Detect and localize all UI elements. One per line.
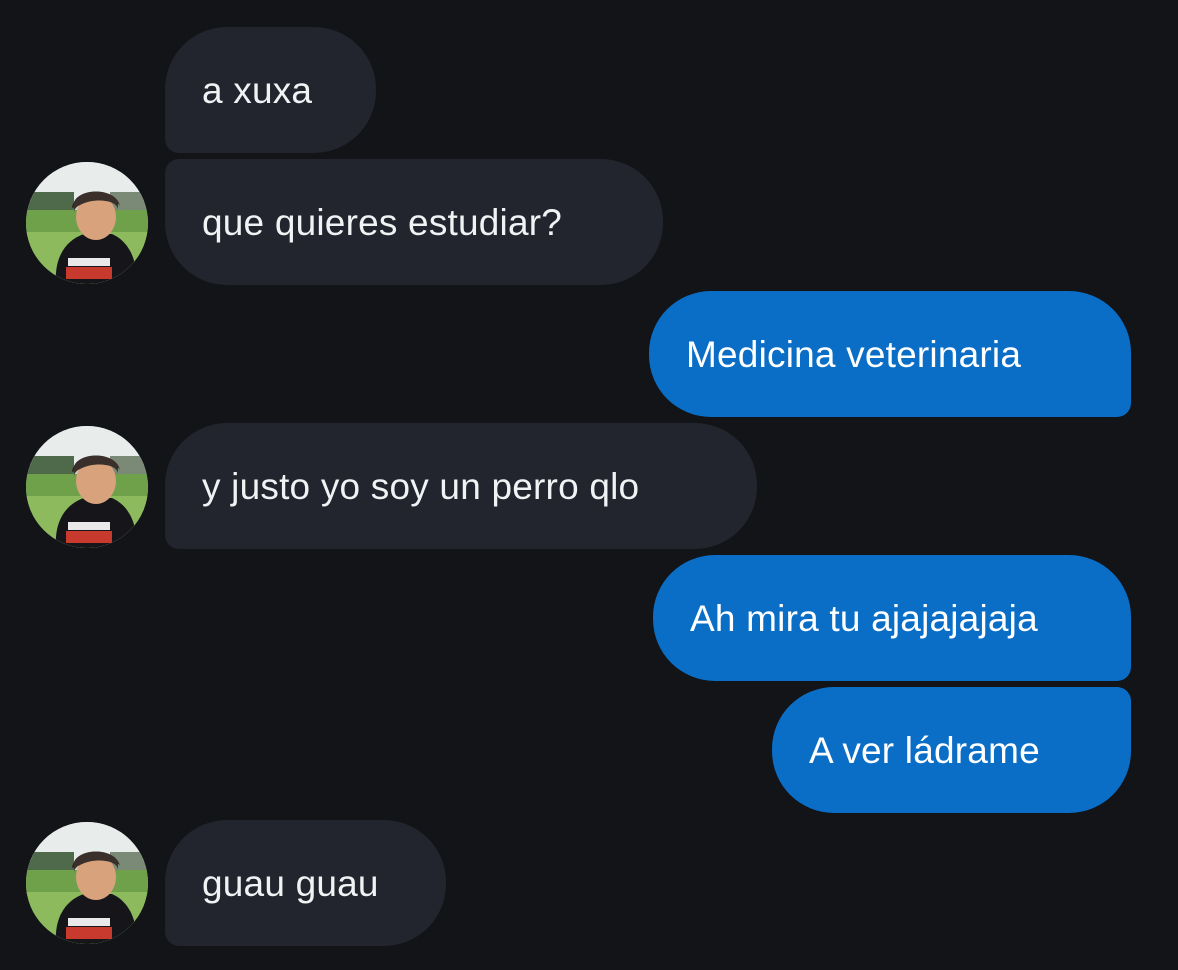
- message-text: Ah mira tu ajajajajaja: [690, 597, 1038, 639]
- message-text: y justo yo soy un perro qlo: [202, 465, 640, 507]
- message-thread: a xuxa que quieres estudiar? Medicina ve…: [0, 0, 1178, 970]
- incoming-message-bubble[interactable]: y justo yo soy un perro qlo: [165, 423, 757, 549]
- message-text: Medicina veterinaria: [686, 333, 1022, 375]
- message-text: guau guau: [202, 862, 379, 904]
- message-text: que quieres estudiar?: [202, 201, 563, 243]
- avatar-photo-icon: [26, 162, 148, 284]
- outgoing-message-bubble[interactable]: Ah mira tu ajajajajaja: [653, 555, 1131, 681]
- contact-avatar[interactable]: [26, 822, 148, 944]
- incoming-message-bubble[interactable]: guau guau: [165, 820, 446, 946]
- incoming-message-bubble[interactable]: que quieres estudiar?: [165, 159, 663, 285]
- avatar-photo-icon: [26, 822, 148, 944]
- incoming-message-bubble[interactable]: a xuxa: [165, 27, 376, 153]
- outgoing-message-bubble[interactable]: Medicina veterinaria: [649, 291, 1131, 417]
- contact-avatar[interactable]: [26, 162, 148, 284]
- contact-avatar[interactable]: [26, 426, 148, 548]
- message-text: A ver ládrame: [809, 729, 1040, 771]
- message-text: a xuxa: [202, 69, 313, 111]
- avatar-photo-icon: [26, 426, 148, 548]
- outgoing-message-bubble[interactable]: A ver ládrame: [772, 687, 1131, 813]
